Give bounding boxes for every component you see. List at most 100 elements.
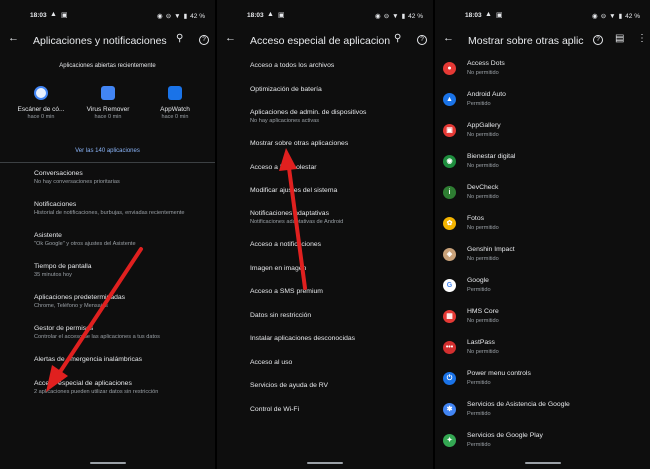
app-name: DevCheck — [467, 184, 499, 191]
app-row[interactable]: ✦ Servicios de Google Play Permitido — [443, 432, 644, 458]
settings-item-special-access[interactable]: Acceso especial de aplicaciones 2 aplicac… — [34, 380, 209, 395]
status-icons: ◉ ⊖ ▼ ▮ 42 % — [592, 12, 640, 21]
special-access-item[interactable]: Imagen en imagen — [250, 265, 306, 272]
special-access-item-display-over[interactable]: Mostrar sobre otras aplicaciones — [250, 140, 348, 147]
settings-item[interactable]: Notificaciones Historial de notificacione… — [34, 201, 209, 216]
gesture-nav-bar[interactable] — [307, 462, 343, 464]
back-arrow-icon[interactable]: ← — [443, 32, 454, 44]
app-row[interactable]: ◈ Genshin Impact No permitido — [443, 246, 644, 272]
recent-app[interactable]: Escáner de có... hace 0 min — [8, 86, 74, 120]
recent-app[interactable]: AppWatch hace 0 min — [142, 86, 208, 120]
dnd-icon: ⊖ — [600, 13, 607, 20]
app-icon: i — [443, 186, 456, 199]
app-info-icon[interactable]: ▤ — [615, 33, 624, 44]
special-access-item[interactable]: Acceso a No molestar — [250, 164, 317, 171]
panel-display-over-apps: 18:03 ▲ ▣ ◉ ⊖ ▼ ▮ 42 % ← Mostrar sobre o… — [435, 0, 650, 469]
divider — [0, 162, 215, 163]
app-permission-status: Permitido — [467, 380, 491, 386]
app-row[interactable]: ⏻ Power menu controls Permitido — [443, 370, 644, 396]
app-name: Fotos — [467, 215, 484, 222]
highlight-arrow — [279, 148, 307, 290]
app-permission-status: No permitido — [467, 70, 499, 76]
help-icon[interactable]: ? — [593, 33, 603, 45]
status-icons: ◉ ⊖ ▼ ▮ 42 % — [375, 12, 423, 21]
app-row[interactable]: ▣ AppGallery No permitido — [443, 122, 644, 148]
app-row[interactable]: ▦ HMS Core No permitido — [443, 308, 644, 334]
help-icon[interactable]: ? — [417, 33, 427, 45]
panel-special-access: 18:03 ▲ ▣ ◉ ⊖ ▼ ▮ 42 % ← Acceso especial… — [217, 0, 433, 469]
app-name: Genshin Impact — [467, 246, 515, 253]
app-row[interactable]: i DevCheck No permitido — [443, 184, 644, 210]
app-permission-status: No permitido — [467, 318, 499, 324]
dnd-icon: ⊖ — [165, 13, 172, 20]
app-icon: G — [443, 279, 456, 292]
app-icon: ▦ — [443, 310, 456, 323]
special-access-item[interactable]: Control de Wi-Fi — [250, 406, 299, 413]
battery-percent: 42 % — [408, 12, 423, 20]
special-access-item[interactable]: Datos sin restricción — [250, 312, 311, 319]
app-row[interactable]: ✿ Fotos No permitido — [443, 215, 644, 241]
app-name: Servicios de Google Play — [467, 432, 543, 439]
wifi-icon: ▼ — [174, 12, 181, 20]
gesture-nav-bar[interactable] — [524, 462, 561, 464]
battery-icon: ▮ — [401, 13, 406, 20]
app-name: AppGallery — [467, 122, 501, 129]
search-icon[interactable]: ⚲ — [394, 33, 401, 44]
special-access-item[interactable]: Aplicaciones de admin. de dispositivos No… — [250, 109, 366, 124]
settings-item[interactable]: Tiempo de pantalla 35 minutos hoy — [34, 263, 209, 278]
settings-item[interactable]: Aplicaciones predeterminadas Chrome, Telé… — [34, 294, 209, 309]
app-row[interactable]: ••• LastPass No permitido — [443, 339, 644, 365]
settings-item[interactable]: Asistente "Ok Google" y otros ajustes del… — [34, 232, 209, 247]
recent-apps-header: Aplicaciones abiertas recientemente — [59, 63, 156, 69]
app-permission-status: No permitido — [467, 256, 499, 262]
search-icon[interactable]: ⚲ — [176, 33, 183, 44]
gesture-nav-bar[interactable] — [89, 462, 126, 464]
wifi-icon: ▼ — [609, 12, 616, 20]
battery-percent: 42 % — [190, 12, 205, 20]
scanner-app-icon — [34, 86, 48, 100]
app-row[interactable]: ✱ Servicios de Asistencia de Google Permit… — [443, 401, 644, 427]
app-row[interactable]: ◉ Bienestar digital No permitido — [443, 153, 644, 179]
status-bar: 18:03 ▲ ▣ ◉ ⊖ ▼ ▮ 42 % — [0, 0, 215, 30]
settings-item[interactable]: Conversaciones No hay conversaciones prio… — [34, 170, 209, 185]
page-title: Aplicaciones y notificaciones — [33, 35, 167, 47]
recent-app[interactable]: Virus Remover hace 0 min — [75, 86, 141, 120]
app-permission-status: Permitido — [467, 101, 491, 107]
status-time: 18:03 — [30, 12, 47, 19]
app-icon: ● — [443, 62, 456, 75]
notification-icon: ▣ — [278, 12, 285, 19]
special-access-item[interactable]: Instalar aplicaciones desconocidas — [250, 335, 355, 342]
more-options-icon[interactable]: ⋮ — [637, 33, 647, 44]
app-name: Android Auto — [467, 91, 506, 98]
app-name: Servicios de Asistencia de Google — [467, 401, 570, 408]
status-bar: 18:03 ▲ ▣ ◉ ⊖ ▼ ▮ 42 % — [217, 0, 433, 30]
settings-item[interactable]: Alertas de emergencia inalámbricas — [34, 356, 209, 363]
dnd-icon: ⊖ — [383, 13, 390, 20]
special-access-item[interactable]: Servicios de ayuda de RV — [250, 382, 328, 389]
top-app-bar: ← Aplicaciones y notificaciones ⚲ ? — [0, 30, 215, 54]
app-icon: ✱ — [443, 403, 456, 416]
settings-item[interactable]: Gestor de permisos Controlar el acceso de… — [34, 325, 209, 340]
app-name: LastPass — [467, 339, 495, 346]
special-access-item[interactable]: Optimización de batería — [250, 86, 322, 93]
app-permission-status: No permitido — [467, 132, 499, 138]
special-access-item[interactable]: Modificar ajustes del sistema — [250, 187, 337, 194]
special-access-item[interactable]: Acceso a SMS premium — [250, 288, 323, 295]
special-access-item[interactable]: Acceso al uso — [250, 359, 292, 366]
back-arrow-icon[interactable]: ← — [225, 32, 236, 44]
app-row[interactable]: ▲ Android Auto Permitido — [443, 91, 644, 117]
special-access-item[interactable]: Acceso a todos los archivos — [250, 62, 334, 69]
special-access-item[interactable]: Acceso a notificaciones — [250, 241, 321, 248]
help-icon[interactable]: ? — [199, 33, 209, 45]
app-name: Access Dots — [467, 60, 505, 67]
see-all-apps-link[interactable]: Ver las 140 aplicaciones — [0, 148, 215, 154]
battery-icon: ▮ — [618, 13, 623, 20]
app-row[interactable]: ● Access Dots No permitido — [443, 60, 644, 86]
special-access-item[interactable]: Notificaciones adaptativas Notificaciones… — [250, 210, 343, 225]
app-row[interactable]: G Google Permitido — [443, 277, 644, 303]
back-arrow-icon[interactable]: ← — [8, 32, 19, 44]
top-app-bar: ← Acceso especial de aplicacion ⚲ ? — [217, 30, 433, 54]
battery-percent: 42 % — [625, 12, 640, 20]
app-permission-status: No permitido — [467, 349, 499, 355]
notification-icon: ▣ — [496, 12, 503, 19]
